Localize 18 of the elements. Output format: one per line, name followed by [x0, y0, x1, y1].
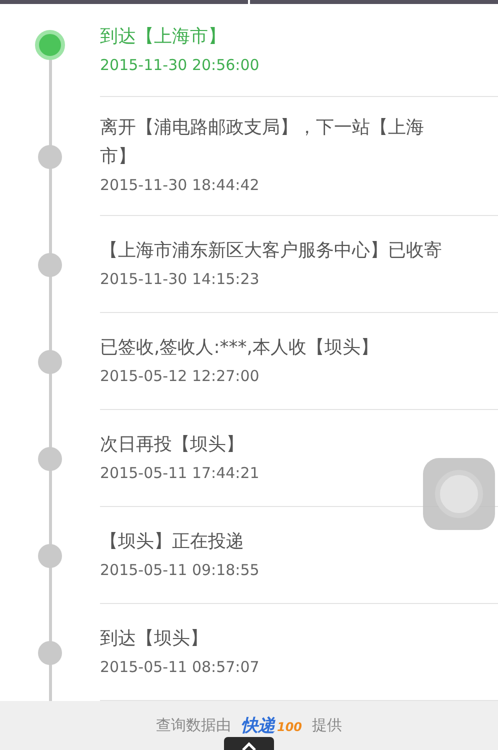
footer-text: 查询数据由 [156, 716, 231, 734]
footer-text: 提供 [312, 716, 342, 734]
event-title: 次日再投【坝头】 [100, 432, 245, 456]
event-time: 2015-05-11 17:44:21 [100, 462, 260, 484]
event-time: 2015-05-11 09:18:55 [100, 560, 260, 580]
event-title: 【上海市浦东新区大客户服务中心】已收寄 [100, 238, 443, 262]
event-time: 2015-05-12 12:27:00 [100, 366, 260, 386]
event-time: 2015-05-11 08:57:07 [100, 656, 260, 678]
event-time: 2015-11-30 14:15:23 [100, 268, 260, 290]
event-title: 离开【浦电路邮政支局】，下一站【上海市】 [100, 116, 425, 169]
event-time: 2015-11-30 18:44:42 [100, 175, 260, 196]
chevron-up-icon [241, 742, 257, 750]
event-title: 【坝头】正在投递 [100, 530, 245, 554]
event-title: 已签收,签收人:***,本人收【坝头】 [100, 336, 380, 360]
event-title: 到达【坝头】 [100, 626, 209, 650]
event-title: 到达【上海市】 [100, 25, 227, 49]
event-time: 2015-11-30 20:56:00 [100, 55, 260, 76]
logo: 快递100 [240, 714, 302, 736]
